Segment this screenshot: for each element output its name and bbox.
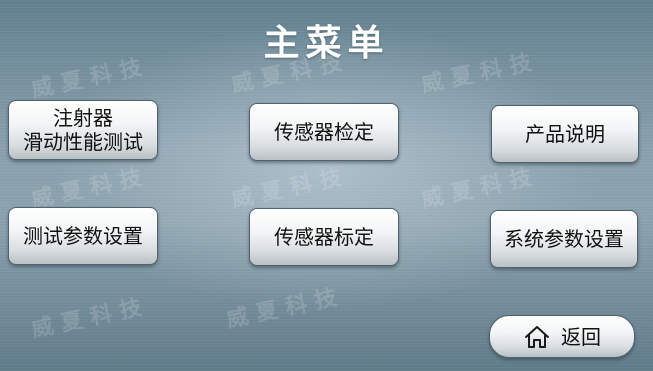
- watermark: 威夏科技: [29, 293, 152, 344]
- sensor-calibration-label: 传感器标定: [274, 225, 374, 249]
- watermark: 威夏科技: [419, 163, 542, 214]
- home-icon: [525, 325, 549, 348]
- watermark: 威夏科技: [29, 163, 152, 214]
- system-params-label: 系统参数设置: [504, 227, 624, 251]
- product-manual-button[interactable]: 产品说明: [491, 105, 639, 163]
- watermark: 威夏科技: [229, 163, 352, 214]
- injection-sliding-test-button[interactable]: 注射器 滑动性能测试: [8, 100, 158, 160]
- injection-sliding-test-label-line2: 滑动性能测试: [23, 130, 143, 154]
- sensor-check-label: 传感器检定: [274, 120, 374, 144]
- sensor-calibration-button[interactable]: 传感器标定: [249, 208, 399, 266]
- watermark: 威夏科技: [224, 283, 347, 334]
- page-title: 主菜单: [263, 23, 390, 64]
- test-params-button[interactable]: 测试参数设置: [8, 207, 158, 265]
- main-menu-screen: 威夏科技 威夏科技 威夏科技 威夏科技 威夏科技 威夏科技 威夏科技 威夏科技 …: [0, 0, 653, 371]
- back-button[interactable]: 返回: [489, 315, 635, 358]
- product-manual-label: 产品说明: [525, 122, 605, 146]
- back-label: 返回: [561, 324, 601, 349]
- injection-sliding-test-label-line1: 注射器: [53, 106, 113, 130]
- system-params-button[interactable]: 系统参数设置: [490, 210, 638, 268]
- sensor-check-button[interactable]: 传感器检定: [249, 103, 399, 161]
- test-params-label: 测试参数设置: [23, 224, 143, 248]
